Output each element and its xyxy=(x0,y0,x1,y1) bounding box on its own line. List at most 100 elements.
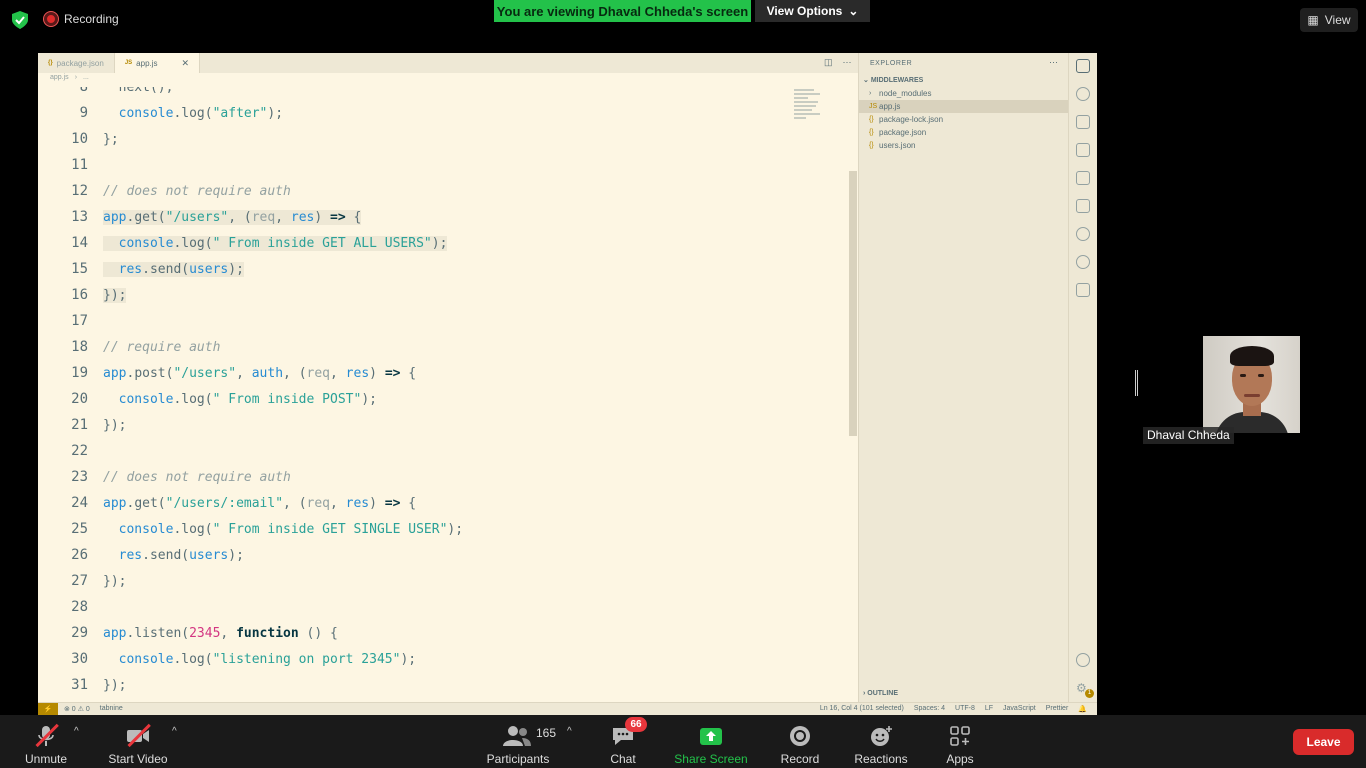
tree-item-label: node_modules xyxy=(879,89,932,98)
search-icon[interactable] xyxy=(1076,87,1090,101)
prettier-status[interactable]: Prettier xyxy=(1046,705,1069,713)
code-line[interactable]: 11 xyxy=(38,152,858,178)
code-line[interactable]: 14 console.log(" From inside GET ALL USE… xyxy=(38,230,858,256)
source-control-icon[interactable] xyxy=(1076,115,1090,129)
editor-scrollbar[interactable] xyxy=(849,171,857,436)
explorer-icon[interactable] xyxy=(1076,59,1090,73)
code-editor[interactable]: 8 next(); 9 console.log("after"); 10}; 11 12… xyxy=(38,87,858,708)
remote-explorer-icon[interactable] xyxy=(1076,199,1090,213)
code-line[interactable]: 18 // require auth xyxy=(38,334,858,360)
line-number: 17 xyxy=(71,313,88,329)
recording-indicator[interactable]: Recording xyxy=(44,12,119,26)
explorer-header: EXPLORER xyxy=(870,60,913,67)
apps-button[interactable]: Apps xyxy=(944,720,976,766)
apps-label: Apps xyxy=(946,752,974,766)
code-line[interactable]: 20 console.log(" From inside POST"); xyxy=(38,386,858,412)
tree-item-node-modules[interactable]: › node_modules xyxy=(859,87,1069,100)
breadcrumb-symbol[interactable]: ... xyxy=(83,74,89,81)
js-file-icon: JS xyxy=(124,60,133,66)
record-icon xyxy=(788,725,812,747)
code-line[interactable]: 30 console.log("listening on port 2345")… xyxy=(38,646,858,672)
panel-resize-handle[interactable] xyxy=(1135,370,1138,396)
share-screen-button[interactable]: Share Screen xyxy=(674,720,748,766)
language-mode[interactable]: JavaScript xyxy=(1003,705,1036,713)
code-line[interactable]: 22 xyxy=(38,438,858,464)
start-video-button[interactable]: Start Video xyxy=(106,720,170,766)
code-line[interactable]: 13 app.get("/users", (req, res) => { xyxy=(38,204,858,230)
participants-chevron-icon[interactable]: ^ xyxy=(567,726,572,737)
view-button[interactable]: ▦ View xyxy=(1300,8,1358,32)
view-options-button[interactable]: View Options ⌄ xyxy=(755,0,870,22)
reactions-button[interactable]: Reactions xyxy=(852,720,910,766)
code-line[interactable]: 27}); xyxy=(38,568,858,594)
minimap[interactable] xyxy=(794,87,824,127)
tree-item-package-json[interactable]: {} package.json xyxy=(859,126,1069,139)
share-screen-icon xyxy=(699,725,723,747)
split-editor-icon[interactable]: ◫ xyxy=(824,57,833,68)
participants-button[interactable]: 165 Participants xyxy=(486,720,556,766)
tree-item-users-json[interactable]: {} users.json xyxy=(859,139,1069,152)
code-line[interactable]: 17 xyxy=(38,308,858,334)
meeting-toolbar: Unmute ^ Start Video ^ 165 Participants … xyxy=(0,715,1366,768)
code-text: console.log(" From inside GET ALL USERS"… xyxy=(103,235,448,251)
docker-icon[interactable] xyxy=(1076,227,1090,241)
line-ending[interactable]: LF xyxy=(985,705,993,713)
run-debug-icon[interactable] xyxy=(1076,143,1090,157)
close-icon[interactable]: ✕ xyxy=(182,58,190,69)
participant-video-tile[interactable] xyxy=(1203,336,1300,433)
reactions-label: Reactions xyxy=(854,752,908,766)
line-number: 13 xyxy=(71,209,88,225)
tree-item-package-lock-json[interactable]: {} package-lock.json xyxy=(859,113,1069,126)
problems-count[interactable]: ⊗ 0 ⚠ 0 xyxy=(64,705,90,713)
code-line[interactable]: 24 app.get("/users/:email", (req, res) =>… xyxy=(38,490,858,516)
line-number: 18 xyxy=(71,339,88,355)
tab-package-json[interactable]: {} package.json xyxy=(38,53,115,73)
workspace-folder[interactable]: ⌄ MIDDLEWARES xyxy=(863,76,923,84)
line-number: 25 xyxy=(71,521,88,537)
encoding[interactable]: UTF-8 xyxy=(955,705,975,713)
code-line[interactable]: 31}); xyxy=(38,672,858,698)
tree-item-label: package-lock.json xyxy=(879,115,944,124)
code-line[interactable]: 28 xyxy=(38,594,858,620)
leave-button[interactable]: Leave xyxy=(1293,729,1354,755)
extension-view-icon[interactable] xyxy=(1076,283,1090,297)
line-number: 30 xyxy=(71,651,88,667)
code-line[interactable]: 26 res.send(users); xyxy=(38,542,858,568)
code-line[interactable]: 21}); xyxy=(38,412,858,438)
code-text: res.send(users); xyxy=(118,547,244,563)
code-line[interactable]: 12 // does not require auth xyxy=(38,178,858,204)
account-icon[interactable] xyxy=(1076,653,1090,667)
code-line[interactable]: 25 console.log(" From inside GET SINGLE … xyxy=(38,516,858,542)
code-line[interactable]: 29 app.listen(2345, function () { xyxy=(38,620,858,646)
code-text: res.send(users); xyxy=(103,261,244,277)
tabnine-status[interactable]: tabnine xyxy=(100,705,123,713)
unmute-button[interactable]: Unmute xyxy=(20,720,72,766)
notifications-icon[interactable]: 🔔 xyxy=(1078,705,1087,713)
code-line[interactable]: 9 console.log("after"); xyxy=(38,100,858,126)
video-options-chevron-icon[interactable]: ^ xyxy=(172,726,177,737)
indentation[interactable]: Spaces: 4 xyxy=(914,705,945,713)
audio-options-chevron-icon[interactable]: ^ xyxy=(74,726,79,737)
remote-indicator-icon[interactable]: ⚡ xyxy=(38,703,58,715)
extensions-icon[interactable] xyxy=(1076,171,1090,185)
code-line[interactable]: 10}; xyxy=(38,126,858,152)
code-line[interactable]: 16}); xyxy=(38,282,858,308)
code-line[interactable]: 23 // does not require auth xyxy=(38,464,858,490)
timeline-icon[interactable] xyxy=(1076,255,1090,269)
more-actions-icon[interactable]: ⋯ xyxy=(843,57,852,68)
more-actions-icon[interactable]: ⋯ xyxy=(1049,57,1058,68)
participants-label: Participants xyxy=(486,752,550,766)
tree-item-app-js[interactable]: JS app.js xyxy=(859,100,1069,113)
outline-section[interactable]: › OUTLINE xyxy=(863,690,898,697)
participant-name: Dhaval Chheda xyxy=(1143,427,1234,444)
tab-app-js[interactable]: JS app.js ✕ xyxy=(114,53,201,73)
code-line[interactable]: 19 app.post("/users", auth, (req, res) =>… xyxy=(38,360,858,386)
code-line[interactable]: 15 res.send(users); xyxy=(38,256,858,282)
security-shield-icon[interactable] xyxy=(12,11,28,29)
code-line[interactable]: 8 next(); xyxy=(38,87,858,100)
code-text: console.log(" From inside GET SINGLE USE… xyxy=(118,521,464,537)
cursor-position[interactable]: Ln 16, Col 4 (101 selected) xyxy=(820,705,904,713)
code-text: app.post("/users", auth, (req, res) => { xyxy=(103,365,417,381)
breadcrumb-file[interactable]: app.js xyxy=(50,74,69,81)
record-button[interactable]: Record xyxy=(778,720,822,766)
